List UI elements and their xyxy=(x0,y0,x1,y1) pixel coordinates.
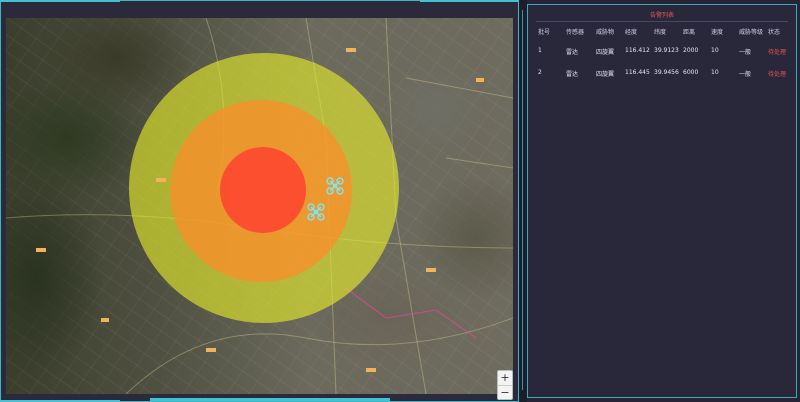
cell-distance: 6000 xyxy=(683,69,699,76)
column-header-distance: 距离 xyxy=(683,29,696,36)
satellite-map[interactable] xyxy=(6,18,513,394)
column-header-batch: 批号 xyxy=(538,29,551,36)
cell-sensor: 雷达 xyxy=(566,71,579,78)
alarm-list-panel: 告警列表 批号 传感器 威胁物 经度 纬度 距离 速度 威胁等级 状态 1 雷达… xyxy=(527,4,797,398)
frame-accent-bottom-center xyxy=(150,398,390,401)
cell-latitude: 39.9456 xyxy=(654,69,679,76)
cell-threat: 四旋翼 xyxy=(596,71,615,78)
cell-longitude: 116.445 xyxy=(625,69,650,76)
cell-speed: 10 xyxy=(711,69,719,76)
column-header-status: 状态 xyxy=(768,29,781,36)
zone-inner xyxy=(220,147,306,233)
column-header-sensor: 传感器 xyxy=(566,29,585,36)
map-overlay xyxy=(6,18,513,394)
column-header-latitude: 纬度 xyxy=(654,29,667,36)
cell-batch: 1 xyxy=(538,47,542,54)
frame-accent-top xyxy=(0,0,120,2)
title-divider xyxy=(536,21,788,22)
zoom-in-button[interactable]: + xyxy=(498,371,512,385)
cell-sensor: 雷达 xyxy=(566,49,579,56)
cell-batch: 2 xyxy=(538,69,542,76)
panel-title: 告警列表 xyxy=(649,12,674,19)
boundary-line xyxy=(345,287,477,339)
status-badge[interactable]: 待处理 xyxy=(768,69,786,78)
column-header-threat-level: 威胁等级 xyxy=(739,29,764,36)
panel-splitter[interactable] xyxy=(519,0,527,402)
cell-threat-level: 一般 xyxy=(739,49,752,56)
cell-distance: 2000 xyxy=(683,47,699,54)
map-panel: + − xyxy=(0,0,519,402)
cell-latitude: 39.9123 xyxy=(654,47,679,54)
cell-threat: 四旋翼 xyxy=(596,49,615,56)
cell-longitude: 116.412 xyxy=(625,47,650,54)
splitter-line xyxy=(522,10,523,390)
frame-accent-top-right xyxy=(420,0,519,2)
cell-speed: 10 xyxy=(711,47,719,54)
column-header-threat: 威胁物 xyxy=(596,29,615,36)
column-header-longitude: 经度 xyxy=(625,29,638,36)
map-zoom-control: + − xyxy=(497,370,513,400)
zoom-out-button[interactable]: − xyxy=(498,386,512,400)
cell-threat-level: 一般 xyxy=(739,71,752,78)
column-header-speed: 速度 xyxy=(711,29,724,36)
status-badge[interactable]: 待处理 xyxy=(768,47,786,56)
